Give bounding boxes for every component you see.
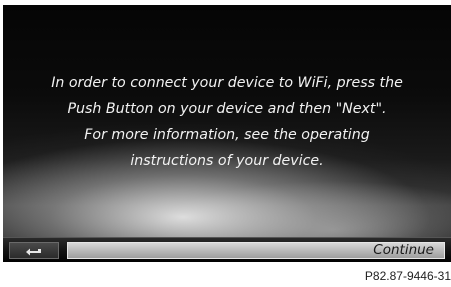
back-button[interactable] (9, 242, 59, 259)
back-arrow-icon (26, 248, 41, 255)
wifi-instruction-message: In order to connect your device to WiFi,… (23, 70, 431, 174)
message-line: In order to connect your device to WiFi,… (51, 75, 403, 91)
continue-label: Continue (373, 242, 434, 258)
display-screen: In order to connect your device to WiFi,… (3, 5, 451, 262)
message-line: Push Button on your device and then "Nex… (67, 101, 387, 117)
continue-button[interactable]: Continue (67, 242, 445, 259)
message-line: instructions of your device. (130, 153, 324, 169)
bottom-action-bar: Continue (3, 237, 451, 262)
figure-id: P82.87-9446-31 (364, 269, 451, 283)
message-line: For more information, see the operating (84, 127, 370, 143)
